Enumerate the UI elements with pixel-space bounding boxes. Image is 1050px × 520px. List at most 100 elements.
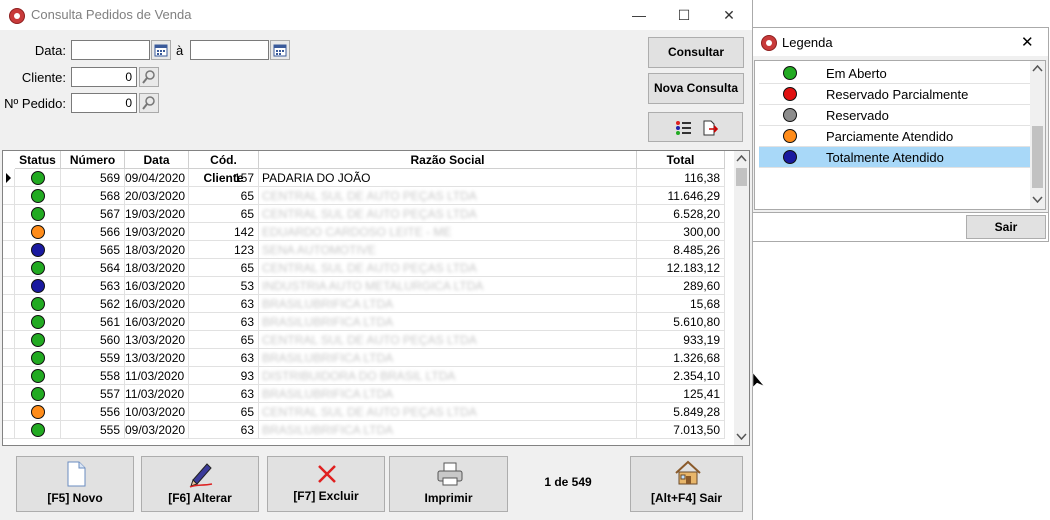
table-row[interactable]: 557 11/03/2020 63 BRASILUBRIFICA LTDA 125,41 bbox=[3, 385, 733, 403]
vertical-scrollbar[interactable] bbox=[734, 151, 749, 445]
page-info: 1 de 549 bbox=[544, 475, 592, 489]
table-row[interactable]: 568 20/03/2020 65 CENTRAL SUL DE AUTO PEÇAS… bbox=[3, 187, 733, 205]
scroll-up-icon[interactable] bbox=[1032, 64, 1043, 72]
scroll-up-icon[interactable] bbox=[736, 154, 747, 162]
status-dot-icon bbox=[31, 333, 45, 347]
table-row[interactable]: 564 18/03/2020 65 CENTRAL SUL DE AUTO PEÇAS… bbox=[3, 259, 733, 277]
scroll-down-icon[interactable] bbox=[1032, 196, 1043, 204]
legend-item[interactable]: Reservado bbox=[759, 105, 1030, 126]
legend-title: Legenda bbox=[782, 35, 833, 50]
table-row[interactable]: 567 19/03/2020 65 CENTRAL SUL DE AUTO PEÇAS… bbox=[3, 205, 733, 223]
excluir-button[interactable]: [F7] Excluir bbox=[267, 456, 385, 512]
legend-item[interactable]: Totalmente Atendido bbox=[759, 147, 1030, 168]
edit-pencil-icon bbox=[189, 463, 213, 488]
pedido-field[interactable]: 0 bbox=[71, 93, 137, 113]
data-cell: 16/03/2020 bbox=[125, 277, 189, 295]
data-text: 13/03/2020 bbox=[125, 333, 186, 347]
table-row[interactable]: 569 09/04/2020 157 PADARIA DO JOÃO 116,38 bbox=[3, 169, 733, 187]
legend-item-label: Reservado Parcialmente bbox=[826, 87, 969, 102]
status-cell bbox=[15, 241, 61, 259]
table-row[interactable]: 559 13/03/2020 63 BRASILUBRIFICA LTDA 1.326,… bbox=[3, 349, 733, 367]
data-cell: 18/03/2020 bbox=[125, 241, 189, 259]
calendar-to-button[interactable] bbox=[270, 40, 290, 60]
calendar-from-button[interactable] bbox=[151, 40, 171, 60]
column-header-data[interactable]: Data bbox=[125, 151, 189, 169]
data-cell: 18/03/2020 bbox=[125, 259, 189, 277]
pedido-search-button[interactable] bbox=[139, 93, 159, 113]
search-icon bbox=[142, 70, 155, 84]
numero-cell: 568 bbox=[61, 187, 125, 205]
table-row[interactable]: 558 11/03/2020 93 DISTRIBUIDORA DO BRASIL L… bbox=[3, 367, 733, 385]
column-header-numero[interactable]: Número bbox=[61, 151, 125, 169]
razao-text: BRASILUBRIFICA LTDA bbox=[262, 297, 394, 311]
cod-cell: 65 bbox=[189, 331, 259, 349]
legend-item[interactable]: Parciamente Atendido bbox=[759, 126, 1030, 147]
total-text: 15,68 bbox=[689, 297, 720, 311]
data-to-field[interactable] bbox=[190, 40, 269, 60]
table-row[interactable]: 556 10/03/2020 65 CENTRAL SUL DE AUTO PEÇAS… bbox=[3, 403, 733, 421]
legend-footer: Sair bbox=[753, 212, 1048, 241]
orders-grid[interactable]: Status Número Data Cód. Cliente Razão So… bbox=[2, 150, 750, 446]
sair-button[interactable]: [Alt+F4] Sair bbox=[630, 456, 743, 512]
total-text: 2.354,10 bbox=[673, 369, 720, 383]
cod-cell: 65 bbox=[189, 187, 259, 205]
cod-text: 65 bbox=[240, 405, 254, 419]
razao-text: CENTRAL SUL DE AUTO PEÇAS LTDA bbox=[262, 261, 477, 275]
cliente-label: Cliente: bbox=[21, 70, 66, 85]
legend-item[interactable]: Reservado Parcialmente bbox=[759, 84, 1030, 105]
scrollbar-thumb[interactable] bbox=[736, 168, 747, 186]
cliente-search-button[interactable] bbox=[139, 67, 159, 87]
table-row[interactable]: 563 16/03/2020 53 INDUSTRIA AUTO METALURGIC… bbox=[3, 277, 733, 295]
calendar-icon bbox=[154, 44, 168, 57]
status-dot-icon bbox=[31, 405, 45, 419]
legend-sair-button[interactable]: Sair bbox=[966, 215, 1046, 239]
legend-scrollbar[interactable] bbox=[1030, 61, 1045, 209]
table-row[interactable]: 560 13/03/2020 65 CENTRAL SUL DE AUTO PEÇAS… bbox=[3, 331, 733, 349]
table-row[interactable]: 555 09/03/2020 63 BRASILUBRIFICA LTDA 7.013,… bbox=[3, 421, 733, 439]
data-text: 16/03/2020 bbox=[125, 315, 186, 329]
maximize-button[interactable]: ☐ bbox=[661, 0, 707, 30]
numero-cell: 569 bbox=[61, 169, 125, 187]
legend-close-button[interactable]: ✕ bbox=[1021, 33, 1034, 51]
status-dot-icon bbox=[31, 279, 45, 293]
consultar-button[interactable]: Consultar bbox=[648, 37, 744, 68]
razao-cell: BRASILUBRIFICA LTDA bbox=[259, 295, 637, 313]
data-cell: 13/03/2020 bbox=[125, 349, 189, 367]
column-header-razao-social[interactable]: Razão Social bbox=[259, 151, 637, 169]
cod-cell: 65 bbox=[189, 259, 259, 277]
imprimir-button[interactable]: Imprimir bbox=[389, 456, 508, 512]
razao-cell: BRASILUBRIFICA LTDA bbox=[259, 349, 637, 367]
nova-consulta-button[interactable]: Nova Consulta bbox=[648, 73, 744, 104]
total-cell: 11.646,29 bbox=[637, 187, 725, 205]
new-document-icon bbox=[67, 461, 86, 487]
numero-text: 562 bbox=[99, 297, 120, 311]
legend-item[interactable]: Em Aberto bbox=[759, 63, 1030, 84]
table-row[interactable]: 562 16/03/2020 63 BRASILUBRIFICA LTDA 15,68 bbox=[3, 295, 733, 313]
close-button[interactable]: ✕ bbox=[706, 0, 752, 30]
row-indicator bbox=[3, 169, 15, 187]
status-cell bbox=[15, 259, 61, 277]
column-header-status[interactable]: Status bbox=[15, 151, 61, 169]
table-row[interactable]: 566 19/03/2020 142 EDUARDO CARDOSO LEITE - … bbox=[3, 223, 733, 241]
table-row[interactable]: 561 16/03/2020 63 BRASILUBRIFICA LTDA 5.610,… bbox=[3, 313, 733, 331]
column-header-cod-cliente[interactable]: Cód. Cliente bbox=[189, 151, 259, 185]
alterar-button[interactable]: [F6] Alterar bbox=[141, 456, 259, 512]
export-icon bbox=[703, 120, 719, 136]
novo-button[interactable]: [F5] Novo bbox=[16, 456, 134, 512]
row-indicator bbox=[3, 223, 15, 241]
razao-cell: EDUARDO CARDOSO LEITE - ME bbox=[259, 223, 637, 241]
row-indicator bbox=[3, 385, 15, 403]
data-label: Data: bbox=[34, 43, 66, 58]
data-cell: 10/03/2020 bbox=[125, 403, 189, 421]
column-header-total[interactable]: Total bbox=[637, 151, 725, 169]
cod-cell: 63 bbox=[189, 385, 259, 403]
status-dot-icon bbox=[783, 87, 797, 101]
cliente-field[interactable]: 0 bbox=[71, 67, 137, 87]
minimize-button[interactable]: — bbox=[616, 0, 662, 30]
legend-list[interactable]: Em Aberto Reservado Parcialmente Reservado… bbox=[754, 60, 1046, 210]
table-row[interactable]: 565 18/03/2020 123 SENA AUTOMOTIVE 8.485,26 bbox=[3, 241, 733, 259]
scroll-down-icon[interactable] bbox=[736, 433, 747, 441]
data-from-field[interactable] bbox=[71, 40, 150, 60]
scrollbar-thumb[interactable] bbox=[1032, 126, 1043, 188]
legend-export-button[interactable] bbox=[648, 112, 743, 142]
